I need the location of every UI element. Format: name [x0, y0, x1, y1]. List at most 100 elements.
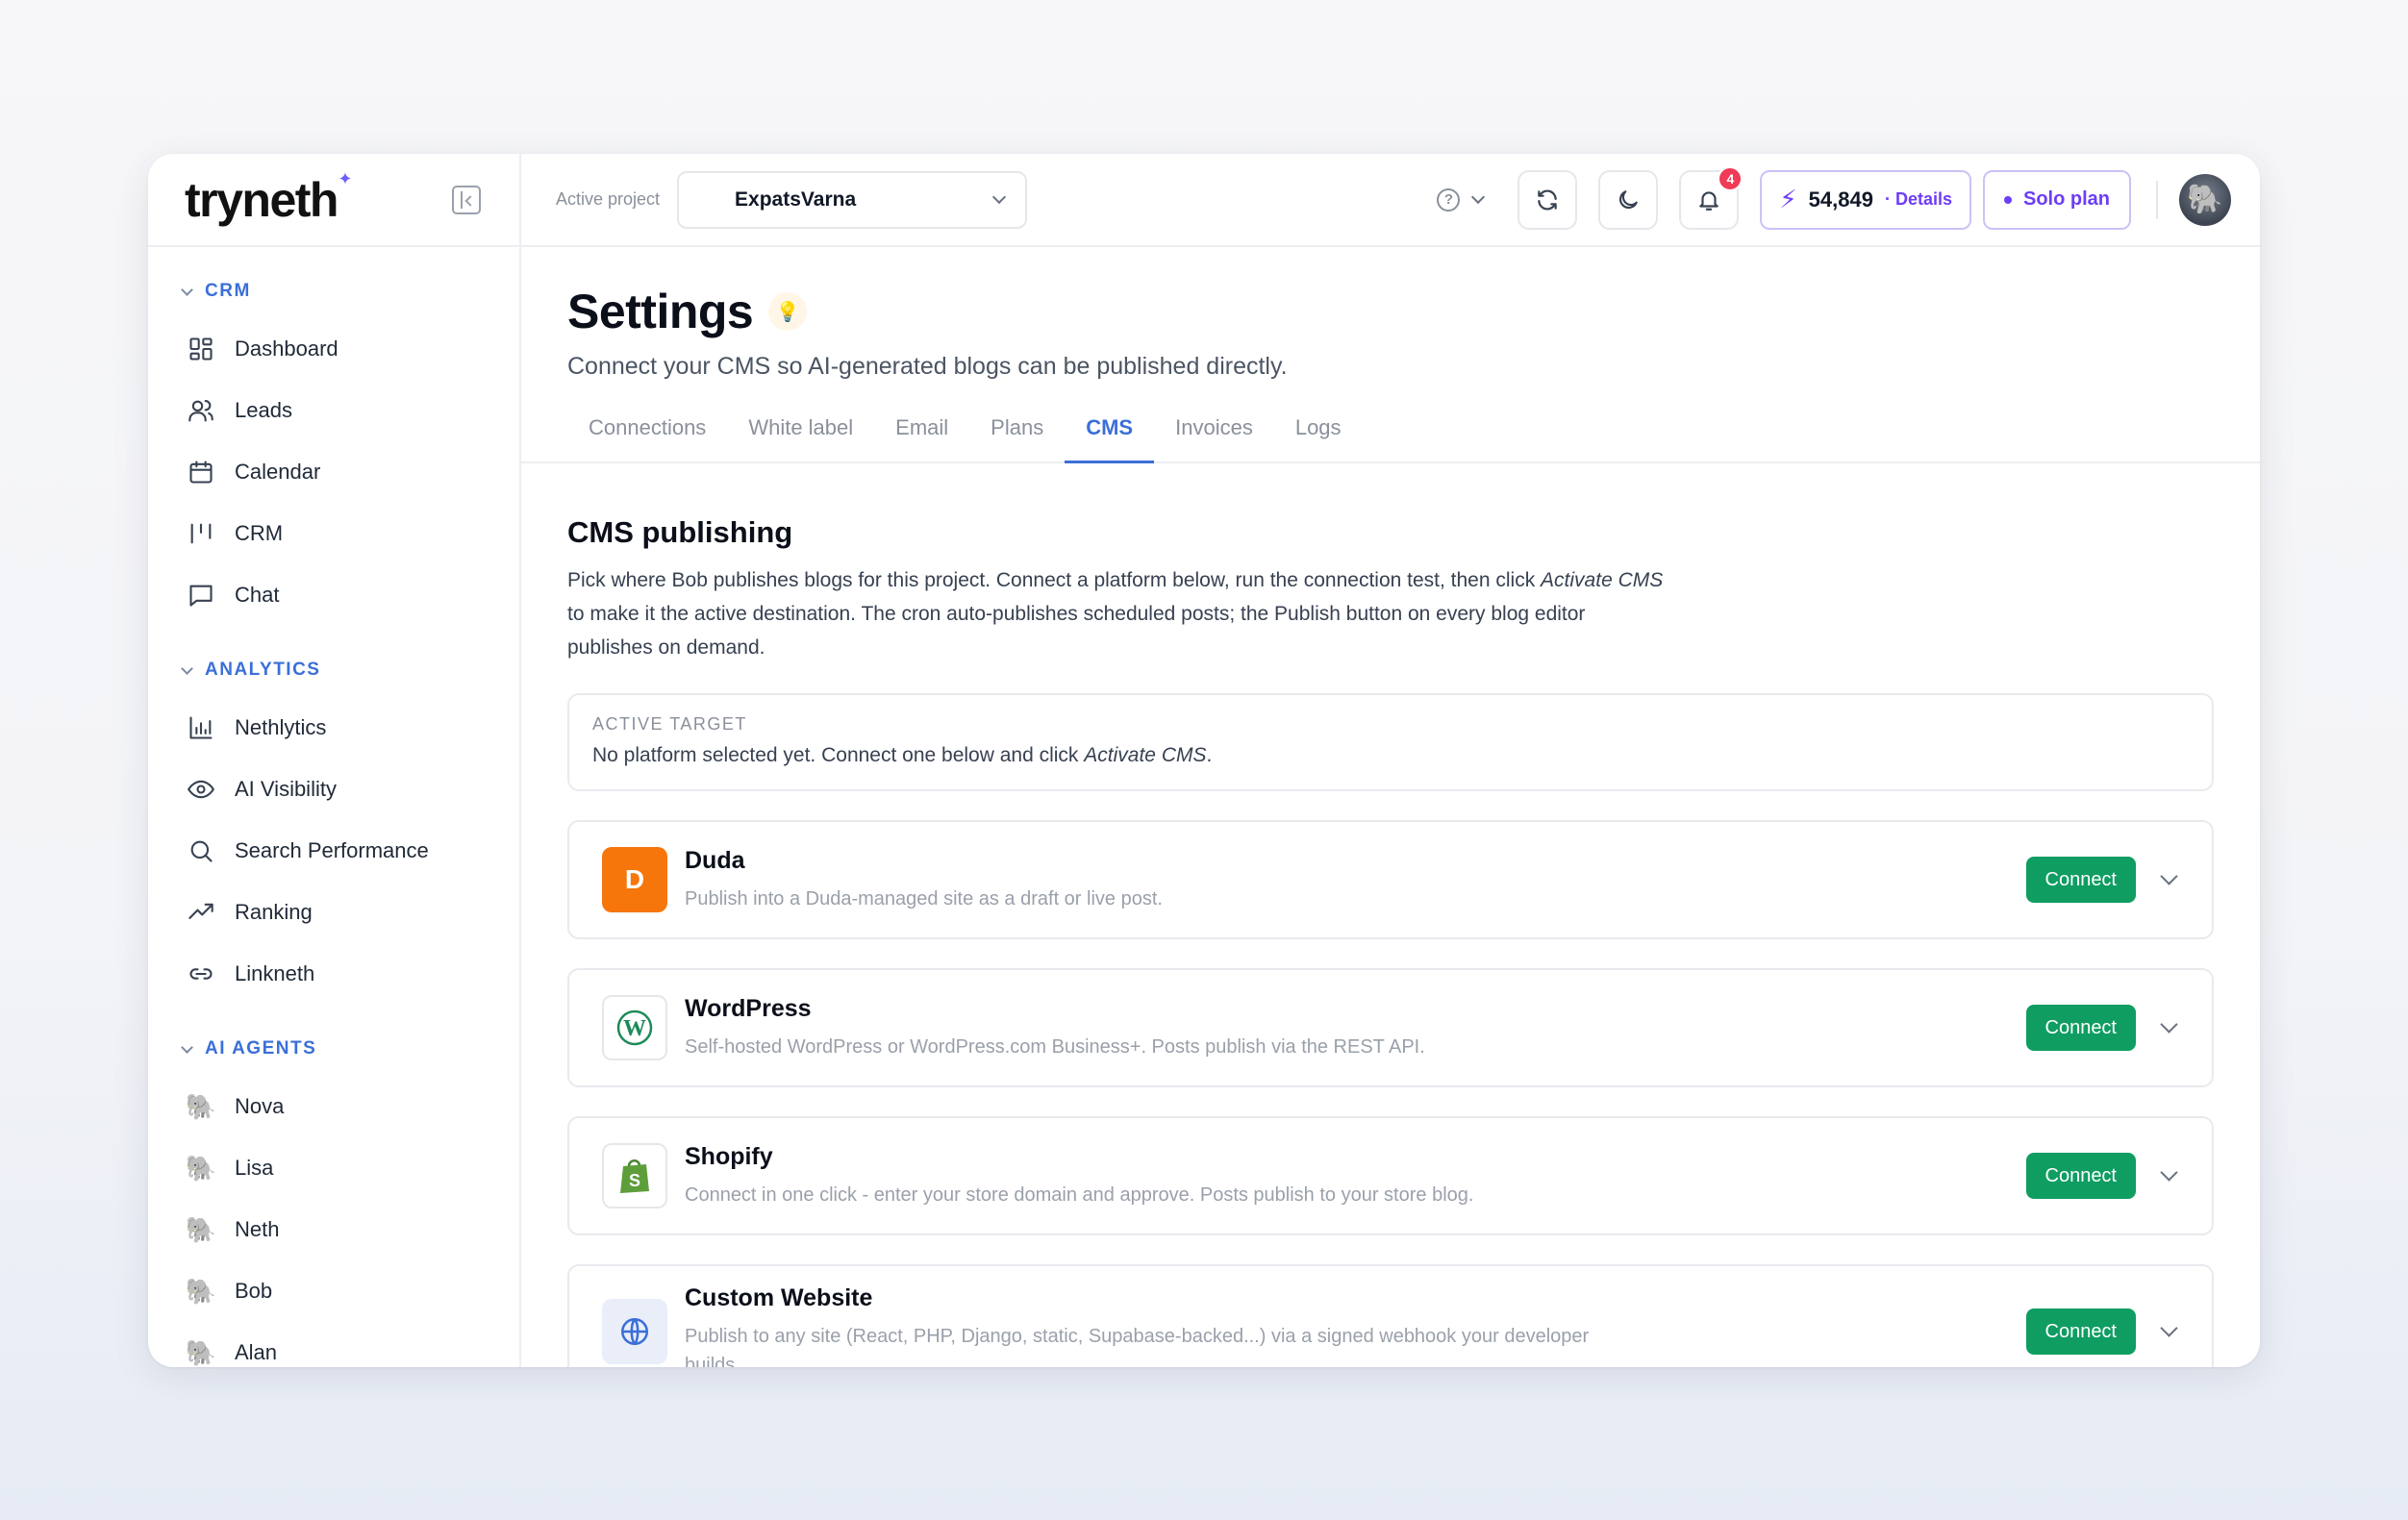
cms-name: Shopify [685, 1142, 773, 1170]
cms-name: Custom Website [685, 1283, 873, 1311]
sidebar-item-dashboard[interactable]: Dashboard [179, 318, 519, 380]
active-target-panel: ACTIVE TARGET No platform selected yet. … [567, 693, 2214, 791]
sidebar-item-chat[interactable]: Chat [179, 564, 519, 626]
sidebar-section-crm: CRM Dashboard Leads Calendar CRM Chat [148, 272, 519, 626]
notifications-button[interactable]: 4 [1679, 165, 1743, 230]
chevron-down-icon[interactable] [2160, 1014, 2178, 1034]
sidebar-item-ai-visibility[interactable]: AI Visibility [179, 759, 519, 820]
search-icon [187, 836, 215, 865]
chevron-down-icon [181, 1040, 193, 1054]
bell-icon [1699, 190, 1719, 211]
dashboard-icon [187, 335, 215, 363]
notification-count-badge: 4 [1718, 165, 1743, 191]
tab-connections[interactable]: Connections [567, 415, 727, 461]
shopify-logo-icon: S [602, 1143, 667, 1209]
agent-avatar-icon: 🐘 [185, 1154, 217, 1183]
topbar: Active project ExpatsVarna ? 4 ⚡ 54,849 … [521, 154, 2260, 247]
cms-section-description: Pick where Bob publishes blogs for this … [567, 569, 1664, 659]
sidebar-section-toggle[interactable]: ANALYTICS [179, 651, 519, 689]
sidebar-item-crm[interactable]: CRM [179, 503, 519, 564]
active-project-select[interactable]: ExpatsVarna [677, 170, 1028, 229]
help-menu[interactable]: ? [1437, 187, 1486, 212]
cms-name: Duda [685, 846, 745, 874]
topbar-divider [2156, 180, 2158, 219]
cms-description: Self-hosted WordPress or WordPress.com B… [685, 1035, 1425, 1058]
sidebar-section-ai-agents: AI AGENTS 🐘 Nova 🐘 Lisa 🐘 Neth 🐘 Bob 🐘 A… [148, 1030, 519, 1367]
sidebar-item-search-performance[interactable]: Search Performance [179, 820, 519, 882]
chevron-down-icon [181, 283, 193, 296]
sidebar-section-toggle[interactable]: AI AGENTS [179, 1030, 519, 1068]
refresh-icon [1538, 188, 1558, 211]
connect-button[interactable]: Connect [2025, 1153, 2136, 1199]
cms-card-shopify: S Shopify Connect in one click - enter y… [567, 1116, 2214, 1235]
sidebar-item-linkneth[interactable]: Linkneth [179, 943, 519, 1005]
active-target-text: No platform selected yet. Connect one be… [592, 744, 1213, 766]
sidebar-item-calendar[interactable]: Calendar [179, 441, 519, 503]
sidebar-item-agent-alan[interactable]: 🐘 Alan [179, 1322, 519, 1367]
sidebar-header: tryneth ✦ [148, 154, 519, 247]
sidebar-item-agent-bob[interactable]: 🐘 Bob [179, 1260, 519, 1322]
chevron-down-icon[interactable] [2160, 1318, 2178, 1337]
eye-icon [187, 775, 215, 804]
lightbulb-icon[interactable]: 💡 [768, 292, 808, 331]
active-target-label: ACTIVE TARGET [592, 714, 747, 734]
page-subtitle: Connect your CMS so AI-generated blogs c… [567, 353, 1288, 380]
sidebar-item-nethlytics[interactable]: Nethlytics [179, 697, 519, 759]
cms-description: Connect in one click - enter your store … [685, 1184, 1474, 1206]
logo-spark-icon: ✦ [338, 168, 352, 188]
app-window: tryneth ✦ CRM Dashboard Leads Calendar C… [148, 154, 2260, 1367]
connect-button[interactable]: Connect [2025, 857, 2136, 903]
plan-dot-icon [2004, 195, 2012, 204]
lightning-icon: ⚡ [1779, 185, 1797, 213]
refresh-button[interactable] [1518, 169, 1578, 230]
topbar-actions: ? 4 ⚡ 54,849 · Details Solo plan 🐘 [1437, 165, 2231, 230]
sidebar-section-toggle[interactable]: CRM [179, 272, 519, 311]
tab-plans[interactable]: Plans [969, 415, 1065, 461]
cms-name: WordPress [685, 994, 812, 1022]
sidebar-item-agent-lisa[interactable]: 🐘 Lisa [179, 1137, 519, 1199]
cms-card-custom-website: Custom Website Publish to any site (Reac… [567, 1264, 2214, 1367]
theme-toggle-button[interactable] [1598, 169, 1659, 230]
chevron-down-icon[interactable] [2160, 866, 2178, 885]
agent-avatar-icon: 🐘 [185, 1338, 217, 1367]
chevron-down-icon[interactable] [2160, 1162, 2178, 1182]
tab-email[interactable]: Email [874, 415, 969, 461]
tab-invoices[interactable]: Invoices [1154, 415, 1274, 461]
cms-section-title: CMS publishing [567, 515, 793, 549]
plan-button[interactable]: Solo plan [1983, 169, 2131, 230]
connect-button[interactable]: Connect [2025, 1308, 2136, 1355]
bar-chart-icon [187, 713, 215, 742]
kanban-icon [187, 519, 215, 548]
chat-icon [187, 581, 215, 610]
sidebar-section-analytics: ANALYTICS Nethlytics AI Visibility Searc… [148, 651, 519, 1005]
sidebar: tryneth ✦ CRM Dashboard Leads Calendar C… [148, 154, 521, 1367]
agent-avatar-icon: 🐘 [185, 1277, 217, 1306]
sidebar-item-agent-neth[interactable]: 🐘 Neth [179, 1199, 519, 1260]
connect-button[interactable]: Connect [2025, 1005, 2136, 1051]
tab-cms[interactable]: CMS [1065, 415, 1155, 463]
chevron-down-icon [991, 189, 1007, 205]
settings-content: Settings 💡 Connect your CMS so AI-genera… [521, 284, 2260, 1367]
cms-description: Publish into a Duda-managed site as a dr… [685, 887, 1163, 910]
tab-logs[interactable]: Logs [1274, 415, 1363, 461]
app-logo[interactable]: tryneth ✦ [185, 170, 352, 224]
page-header: Settings 💡 [567, 284, 2214, 339]
credits-value: 54,849 [1808, 187, 1873, 212]
tab-white-label[interactable]: White label [727, 415, 874, 461]
sidebar-item-leads[interactable]: Leads [179, 380, 519, 441]
cms-card-duda: D Duda Publish into a Duda-managed site … [567, 820, 2214, 939]
main-area: Active project ExpatsVarna ? 4 ⚡ 54,849 … [521, 154, 2260, 1367]
credits-details-link[interactable]: · Details [1885, 189, 1952, 210]
cms-card-wordpress: W WordPress Self-hosted WordPress or Wor… [567, 968, 2214, 1087]
settings-tabs: Connections White label Email Plans CMS … [521, 415, 2260, 463]
chevron-down-icon [181, 661, 193, 675]
sidebar-collapse-icon[interactable] [452, 185, 481, 214]
sidebar-item-agent-nova[interactable]: 🐘 Nova [179, 1076, 519, 1137]
duda-logo-icon: D [602, 847, 667, 912]
credits-button[interactable]: ⚡ 54,849 · Details [1760, 169, 1971, 230]
sidebar-item-ranking[interactable]: Ranking [179, 882, 519, 943]
user-avatar[interactable]: 🐘 [2179, 173, 2231, 226]
agent-avatar-icon: 🐘 [185, 1092, 217, 1121]
moon-icon [1619, 189, 1639, 209]
calendar-icon [187, 458, 215, 486]
